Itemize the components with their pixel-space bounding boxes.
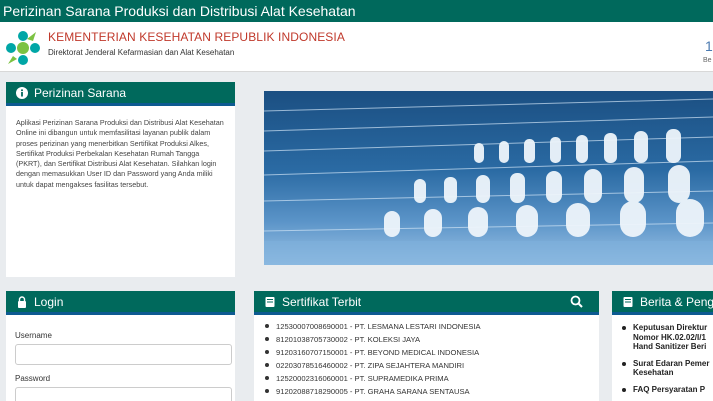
bullet-icon [265,350,269,354]
intro-text: Aplikasi Perizinan Sarana Produksi dan D… [16,118,224,189]
intro-panel-title: Perizinan Sarana [34,85,127,100]
news-item[interactable]: Surat Edaran Pemer Kesehatan [622,359,713,378]
login-panel-header: Login [6,291,235,315]
certificate-number: 02203078516460002 [276,361,348,370]
certificate-company: PT. SUPRAMEDIKA PRIMA [354,374,449,383]
bullet-icon [265,337,269,341]
username-label: Username [15,331,52,340]
password-input[interactable] [15,387,232,401]
search-icon[interactable] [570,295,583,308]
news-item[interactable]: Keputusan Direktur Nomor HK.02.02/I/1 Hand… [622,323,713,352]
lock-icon [16,295,28,308]
bullet-icon [265,324,269,328]
certificate-item[interactable]: 91202088718290005 - PT. GRAHA SARANA SEN… [265,385,599,398]
certificate-company: PT. KOLEKSI JAYA [354,335,421,344]
certificate-company: PT. ZIPA SEJAHTERA MANDIRI [354,361,465,370]
directorate-name: Direktorat Jenderal Kefarmasian dan Alat… [48,48,235,57]
certificate-number: 91202088718290005 [276,387,348,396]
certificate-company: PT. BEYOND MEDICAL INDONESIA [354,348,480,357]
certificates-panel: Sertifikat Terbit 12530007008690001 - PT… [254,291,599,401]
glove-factory-illustration [264,98,713,265]
info-icon [16,86,28,99]
certificates-panel-title: Sertifikat Terbit [282,294,362,309]
site-header: KEMENTERIAN KESEHATAN REPUBLIK INDONESIA… [0,22,713,72]
certificate-item[interactable]: 02203078516460002 - PT. ZIPA SEJAHTERA M… [265,359,599,372]
app-title: Perizinan Sarana Produksi dan Distribusi… [3,3,356,19]
news-panel-header: Berita & Pengu [612,291,713,315]
hero-banner-image [264,91,713,265]
login-panel-title: Login [34,294,64,309]
certificate-company: PT. LESMANA LESTARI INDONESIA [354,322,481,331]
intro-panel-header: Perizinan Sarana [6,82,235,106]
certificates-panel-header: Sertifikat Terbit [254,291,599,315]
header-corner-number: 1 [705,38,713,54]
news-list: Keputusan Direktur Nomor HK.02.02/I/1 Hand… [612,315,713,394]
certificate-item[interactable]: 12530007008690001 - PT. LESMANA LESTARI … [265,320,599,333]
certificate-item[interactable]: 12520002316060001 - PT. SUPRAMEDIKA PRIM… [265,372,599,385]
bullet-icon [265,376,269,380]
bullet-icon [622,387,626,392]
ministry-name: KEMENTERIAN KESEHATAN REPUBLIK INDONESIA [48,30,345,44]
certificate-item[interactable]: 91203160707150001 - PT. BEYOND MEDICAL I… [265,346,599,359]
intro-panel: Perizinan Sarana Aplikasi Perizinan Sara… [6,82,235,277]
username-input[interactable] [15,344,232,365]
book-icon [622,296,634,308]
login-panel: Login Username Password [6,291,235,401]
password-label: Password [15,374,51,383]
bullet-icon [265,389,269,393]
news-panel: Berita & Pengu Keputusan Direktur Nomor H… [612,291,713,401]
certificate-item[interactable]: 81201038705730002 - PT. KOLEKSI JAYA [265,333,599,346]
kemenkes-logo-icon [6,31,40,65]
bullet-icon [622,361,626,366]
book-icon [264,296,276,308]
certificate-number: 91203160707150001 [276,348,348,357]
app-title-bar: Perizinan Sarana Produksi dan Distribusi… [0,0,713,22]
certificate-number: 81201038705730002 [276,335,348,344]
certificate-number: 12530007008690001 [276,322,348,331]
bullet-icon [265,363,269,367]
bullet-icon [622,326,626,330]
header-corner-text: Be [703,57,712,64]
certificate-company: PT. GRAHA SARANA SENTAUSA [354,387,470,396]
news-item[interactable]: FAQ Persyaratan P [622,385,713,395]
news-panel-title: Berita & Pengu [640,294,713,309]
certificate-number: 12520002316060001 [276,374,348,383]
certificates-list: 12530007008690001 - PT. LESMANA LESTARI … [254,315,599,398]
